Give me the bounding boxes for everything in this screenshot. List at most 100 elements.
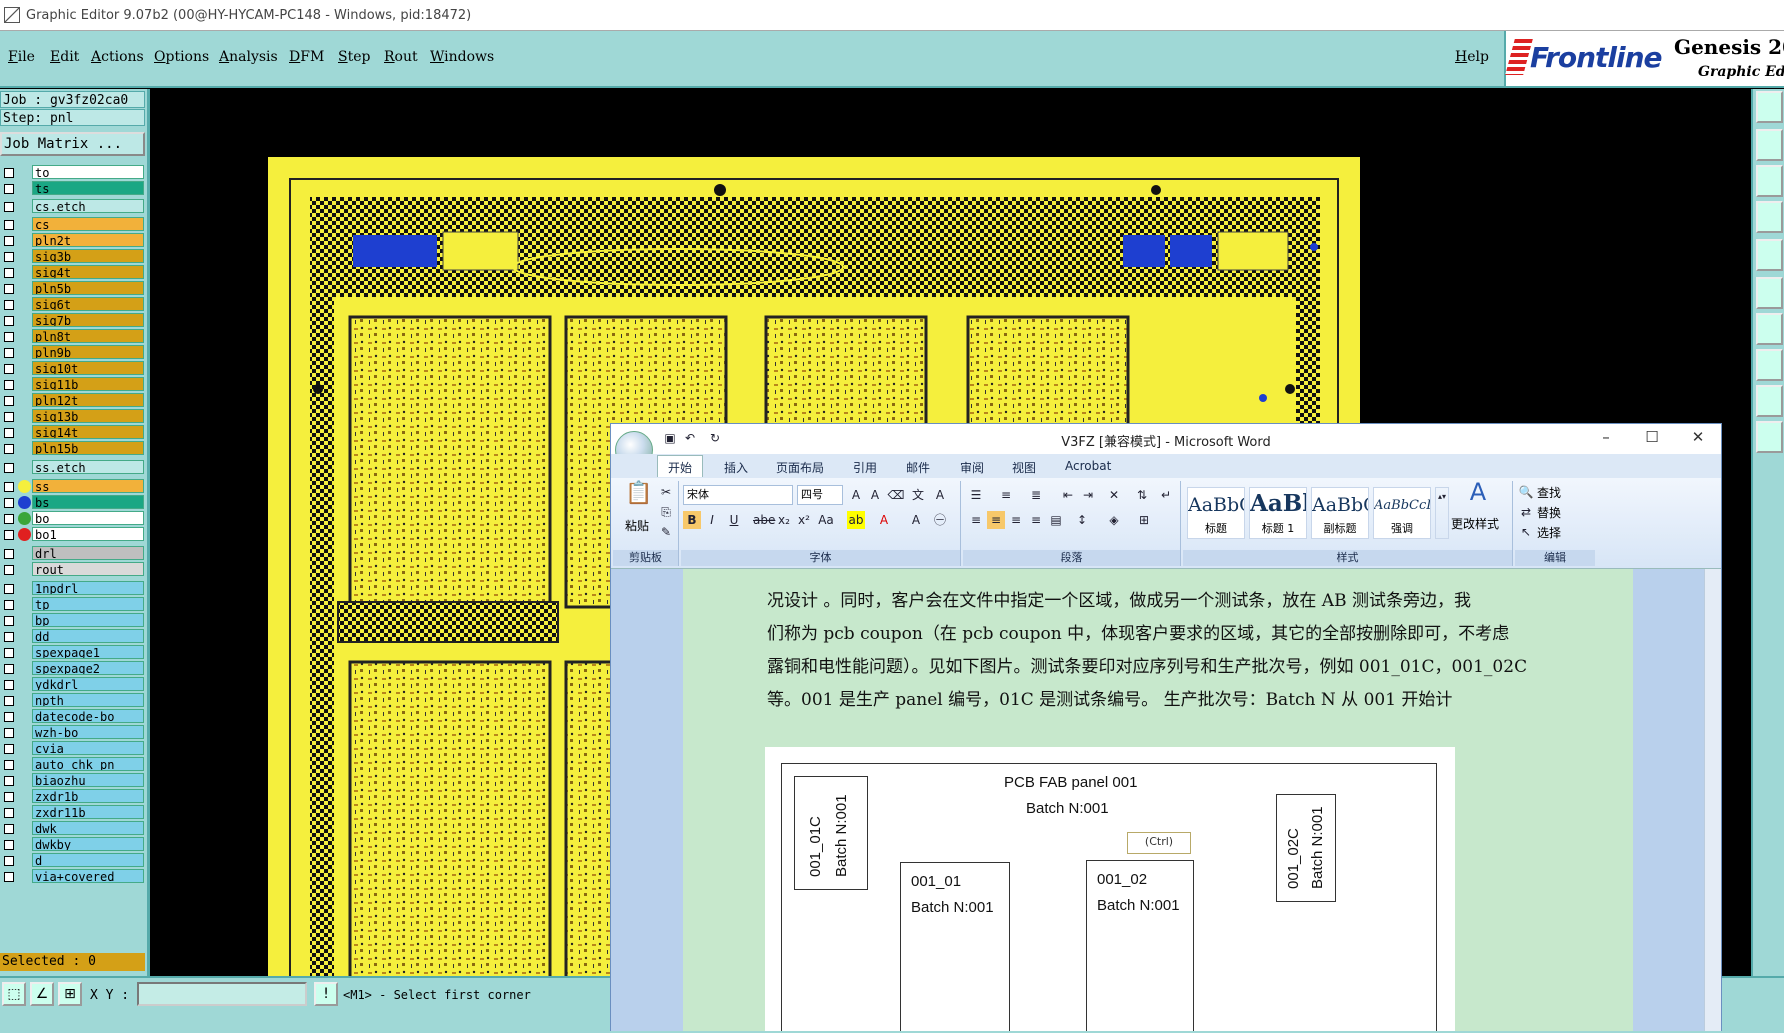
layer-checkbox[interactable]: [4, 236, 14, 246]
tool-snap-icon[interactable]: [1756, 239, 1783, 271]
layer-checkbox[interactable]: [4, 549, 14, 559]
layer-row[interactable]: wzh-bo: [0, 725, 145, 740]
layer-row[interactable]: dwk: [0, 821, 145, 836]
layer-checkbox[interactable]: [4, 872, 14, 882]
layer-checkbox[interactable]: [4, 284, 14, 294]
tool-connect-icon[interactable]: [1756, 277, 1783, 309]
layer-checkbox[interactable]: [4, 202, 14, 212]
layer-row[interactable]: d: [0, 853, 145, 868]
layer-checkbox[interactable]: [4, 760, 14, 770]
layer-row[interactable]: spexpage2: [0, 661, 145, 676]
layer-row[interactable]: bp: [0, 613, 145, 628]
justify-icon[interactable]: ≡: [1027, 511, 1045, 529]
layer-checkbox[interactable]: [4, 808, 14, 818]
layer-checkbox[interactable]: [4, 168, 14, 178]
angle-icon[interactable]: ∠: [30, 982, 54, 1006]
layer-checkbox[interactable]: [4, 728, 14, 738]
shading-icon[interactable]: ◈: [1105, 511, 1123, 529]
style-heading1[interactable]: AaBl 标题 1: [1249, 487, 1307, 539]
layer-checkbox[interactable]: [4, 482, 14, 492]
layer-checkbox[interactable]: [4, 840, 14, 850]
layer-row[interactable]: ts: [0, 181, 145, 196]
layer-row[interactable]: sig7b: [0, 313, 145, 328]
grid-icon[interactable]: ⊞: [58, 982, 82, 1006]
menu-actions[interactable]: Actions: [91, 49, 144, 65]
layer-checkbox[interactable]: [4, 364, 14, 374]
menu-analysis[interactable]: Analysis: [219, 49, 278, 65]
layer-checkbox[interactable]: [4, 220, 14, 230]
tab-page-layout[interactable]: 页面布局: [776, 459, 824, 476]
job-matrix-button[interactable]: Job Matrix ...: [0, 132, 145, 156]
borders-icon[interactable]: ⊞: [1135, 511, 1153, 529]
layer-checkbox[interactable]: [4, 463, 14, 473]
style-title[interactable]: AaBbC 标题: [1187, 487, 1245, 539]
menu-help[interactable]: Help: [1455, 49, 1489, 65]
paste-icon[interactable]: 📋: [625, 483, 652, 513]
layer-row[interactable]: npth: [0, 693, 145, 708]
embedded-figure[interactable]: PCB FAB panel 001 Batch N:001 (Ctrl) 001…: [765, 747, 1455, 1031]
layer-checkbox[interactable]: [4, 565, 14, 575]
layer-checkbox[interactable]: [4, 300, 14, 310]
tool-triangle-icon[interactable]: [1756, 385, 1783, 417]
layer-row[interactable]: sig4t: [0, 265, 145, 280]
layer-checkbox[interactable]: [4, 316, 14, 326]
layer-checkbox[interactable]: [4, 856, 14, 866]
layer-row[interactable]: sig13b: [0, 409, 145, 424]
tool-dimension-icon[interactable]: [1756, 349, 1783, 381]
layer-checkbox[interactable]: [4, 332, 14, 342]
tool-window-icon[interactable]: [1756, 91, 1783, 123]
tool-pointer-icon[interactable]: [1756, 421, 1783, 453]
layer-row[interactable]: to: [0, 165, 145, 180]
char-shading-icon[interactable]: A: [907, 511, 925, 529]
layer-checkbox[interactable]: [4, 600, 14, 610]
tool-measure-icon[interactable]: [1756, 201, 1783, 233]
document-page[interactable]: 况设计 。同时，客户会在文件中指定一个区域，做成另一个测试条，放在 AB 测试条…: [683, 569, 1633, 1031]
strikethrough-icon[interactable]: abe: [753, 511, 775, 529]
layer-row[interactable]: dd: [0, 629, 145, 644]
layer-row[interactable]: pln2t: [0, 233, 145, 248]
tool-zoom-icon[interactable]: [1756, 129, 1783, 161]
layer-row[interactable]: via+covered: [0, 869, 145, 884]
tab-acrobat[interactable]: Acrobat: [1065, 459, 1111, 473]
numbering-icon[interactable]: ≡: [997, 486, 1015, 504]
layer-row[interactable]: cvia: [0, 741, 145, 756]
layer-checkbox[interactable]: [4, 412, 14, 422]
tool-angle-icon[interactable]: [1756, 313, 1783, 345]
line-spacing-icon[interactable]: ↕: [1073, 511, 1091, 529]
layer-row[interactable]: sig6t: [0, 297, 145, 312]
layer-row[interactable]: bo: [0, 511, 145, 526]
clear-format-icon[interactable]: ⌫: [887, 486, 905, 504]
tab-references[interactable]: 引用: [853, 459, 877, 476]
menu-step[interactable]: Step: [338, 49, 370, 65]
maximize-icon[interactable]: ☐: [1641, 428, 1663, 448]
layer-checkbox[interactable]: [4, 444, 14, 454]
layer-checkbox[interactable]: [4, 428, 14, 438]
layer-row[interactable]: bs: [0, 495, 145, 510]
chinese-layout-icon[interactable]: ✕: [1105, 486, 1123, 504]
layer-checkbox[interactable]: [4, 380, 14, 390]
font-name-select[interactable]: 宋体: [683, 485, 793, 505]
layer-row[interactable]: biaozhu: [0, 773, 145, 788]
menu-file[interactable]: File: [8, 49, 35, 65]
layer-row[interactable]: datecode-bo: [0, 709, 145, 724]
layer-row[interactable]: pln8t: [0, 329, 145, 344]
layer-checkbox[interactable]: [4, 824, 14, 834]
menu-options[interactable]: Options: [154, 49, 209, 65]
align-center-icon[interactable]: ≡: [987, 511, 1005, 529]
layer-checkbox[interactable]: [4, 498, 14, 508]
find-button[interactable]: 查找: [1537, 484, 1561, 501]
bullets-icon[interactable]: ☰: [967, 486, 985, 504]
distributed-icon[interactable]: ▤: [1047, 511, 1065, 529]
layer-row[interactable]: ydkdrl: [0, 677, 145, 692]
layer-row[interactable]: zxdr11b: [0, 805, 145, 820]
xy-input[interactable]: [137, 982, 307, 1006]
layer-row[interactable]: dwkby: [0, 837, 145, 852]
layer-row[interactable]: pln15b: [0, 441, 145, 456]
paste-button[interactable]: 粘贴: [625, 517, 649, 534]
menu-rout[interactable]: Rout: [384, 49, 418, 65]
layer-checkbox[interactable]: [4, 584, 14, 594]
layer-row[interactable]: cs.etch: [0, 199, 145, 214]
layer-checkbox[interactable]: [4, 514, 14, 524]
layer-row[interactable]: tp: [0, 597, 145, 612]
underline-icon[interactable]: U: [725, 511, 743, 529]
